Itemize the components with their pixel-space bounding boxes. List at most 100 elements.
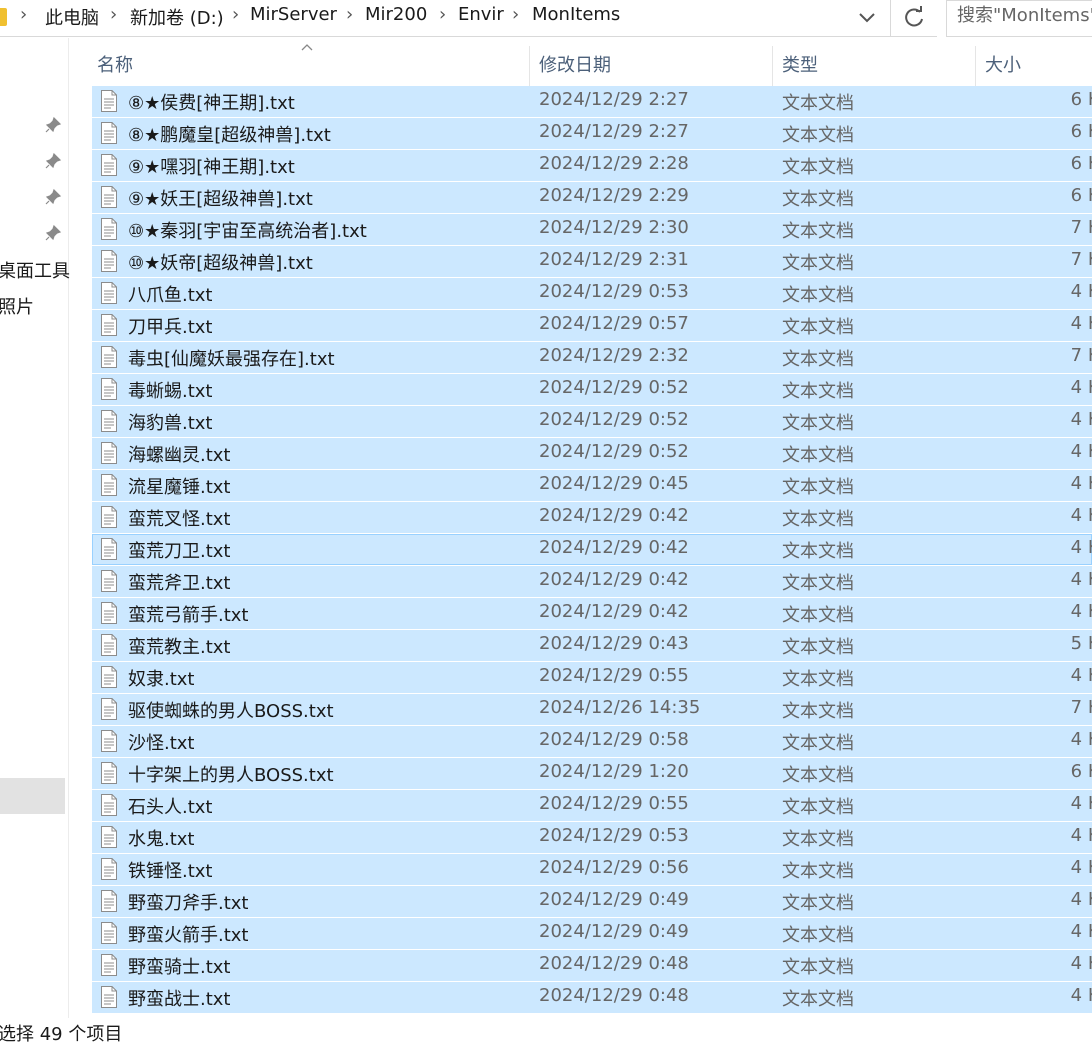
file-size: 7 KB	[1070, 217, 1092, 238]
file-size: 4 KB	[1070, 889, 1092, 910]
file-name: 蛮荒教主.txt	[128, 637, 231, 658]
file-size: 4 KB	[1070, 569, 1092, 590]
file-row[interactable]: 铁锤怪.txt 2024/12/29 0:56 文本文档 4 KB	[92, 854, 1092, 885]
file-row[interactable]: 毒蜥蜴.txt 2024/12/29 0:52 文本文档 4 KB	[92, 374, 1092, 405]
file-row[interactable]: 刀甲兵.txt 2024/12/29 0:57 文本文档 4 KB	[92, 310, 1092, 341]
text-file-icon	[101, 570, 117, 592]
file-name: 刀甲兵.txt	[128, 317, 213, 338]
breadcrumb-this-pc[interactable]: 此电脑	[45, 4, 99, 30]
file-row[interactable]: 野蛮骑士.txt 2024/12/29 0:48 文本文档 4 KB	[92, 950, 1092, 981]
pin-icon[interactable]	[44, 152, 62, 170]
file-name: ⑧★鹏魔皇[超级神兽].txt	[128, 125, 331, 146]
breadcrumb-separator-icon[interactable]: ›	[232, 4, 239, 25]
column-divider[interactable]	[772, 46, 773, 86]
file-type: 文本文档	[782, 861, 854, 882]
file-row[interactable]: ⑧★鹏魔皇[超级神兽].txt 2024/12/29 2:27 文本文档 6 KB	[92, 118, 1092, 149]
file-row[interactable]: ⑨★妖王[超级神兽].txt 2024/12/29 2:29 文本文档 6 KB	[92, 182, 1092, 213]
file-date: 2024/12/29 0:53	[539, 281, 689, 302]
breadcrumb-envir[interactable]: Envir	[458, 4, 504, 25]
file-row[interactable]: 十字架上的男人BOSS.txt 2024/12/29 1:20 文本文档 6 KB	[92, 758, 1092, 789]
file-date: 2024/12/29 0:45	[539, 473, 689, 494]
breadcrumb[interactable]: › 此电脑 › 新加卷 (D:) › MirServer › Mir200 › …	[0, 0, 890, 37]
file-row[interactable]: 蛮荒斧卫.txt 2024/12/29 0:42 文本文档 4 KB	[92, 566, 1092, 597]
file-type: 文本文档	[782, 93, 854, 114]
column-header-size[interactable]: 大小	[985, 46, 1021, 86]
file-row[interactable]: 野蛮战士.txt 2024/12/29 0:48 文本文档 4 KB	[92, 982, 1092, 1013]
file-type: 文本文档	[782, 509, 854, 530]
file-row[interactable]: 毒虫[仙魔妖最强存在].txt 2024/12/29 2:32 文本文档 7 KB	[92, 342, 1092, 373]
column-header-name[interactable]: 名称	[97, 46, 133, 86]
file-row[interactable]: ⑧★侯费[神王期].txt 2024/12/29 2:27 文本文档 6 KB	[92, 86, 1092, 117]
file-row[interactable]: ⑩★秦羽[宇宙至高统治者].txt 2024/12/29 2:30 文本文档 7 KB	[92, 214, 1092, 245]
sort-ascending-icon	[301, 44, 313, 51]
text-file-icon	[101, 954, 117, 976]
breadcrumb-separator-icon[interactable]: ›	[346, 4, 353, 25]
file-row[interactable]: 沙怪.txt 2024/12/29 0:58 文本文档 4 KB	[92, 726, 1092, 757]
text-file-icon	[101, 218, 117, 240]
file-size: 4 KB	[1070, 729, 1092, 750]
file-size: 4 KB	[1070, 953, 1092, 974]
text-file-icon	[101, 154, 117, 176]
breadcrumb-separator-icon[interactable]: ›	[20, 4, 27, 25]
breadcrumb-separator-icon[interactable]: ›	[110, 4, 117, 25]
breadcrumb-separator-icon[interactable]: ›	[439, 4, 446, 25]
file-row[interactable]: 奴隶.txt 2024/12/29 0:55 文本文档 4 KB	[92, 662, 1092, 693]
file-row[interactable]: 野蛮刀斧手.txt 2024/12/29 0:49 文本文档 4 KB	[92, 886, 1092, 917]
file-row[interactable]: 海豹兽.txt 2024/12/29 0:52 文本文档 4 KB	[92, 406, 1092, 437]
file-name: 流星魔锤.txt	[128, 477, 231, 498]
file-row[interactable]: 八爪鱼.txt 2024/12/29 0:53 文本文档 4 KB	[92, 278, 1092, 309]
breadcrumb-drive[interactable]: 新加卷 (D:)	[130, 4, 224, 30]
breadcrumb-mir200[interactable]: Mir200	[365, 4, 427, 25]
file-date: 2024/12/29 0:57	[539, 313, 689, 334]
chevron-down-icon[interactable]	[852, 6, 882, 30]
file-row[interactable]: 蛮荒叉怪.txt 2024/12/29 0:42 文本文档 4 KB	[92, 502, 1092, 533]
column-header-date[interactable]: 修改日期	[539, 46, 611, 86]
file-row[interactable]: 流星魔锤.txt 2024/12/29 0:45 文本文档 4 KB	[92, 470, 1092, 501]
file-type: 文本文档	[782, 893, 854, 914]
pin-icon[interactable]	[44, 116, 62, 134]
file-name: 野蛮骑士.txt	[128, 957, 231, 978]
file-row[interactable]: 蛮荒教主.txt 2024/12/29 0:43 文本文档 5 KB	[92, 630, 1092, 661]
file-name: 铁锤怪.txt	[128, 861, 213, 882]
text-file-icon	[101, 474, 117, 496]
file-row[interactable]: 石头人.txt 2024/12/29 0:55 文本文档 4 KB	[92, 790, 1092, 821]
search-box[interactable]	[946, 0, 1092, 37]
pin-icon[interactable]	[44, 224, 62, 242]
file-row[interactable]: ⑩★妖帝[超级神兽].txt 2024/12/29 2:31 文本文档 7 KB	[92, 246, 1092, 277]
text-file-icon	[101, 762, 117, 784]
file-type: 文本文档	[782, 381, 854, 402]
breadcrumb-monitems[interactable]: MonItems	[532, 4, 620, 25]
file-type: 文本文档	[782, 989, 854, 1010]
file-row[interactable]: 蛮荒弓箭手.txt 2024/12/29 0:42 文本文档 4 KB	[92, 598, 1092, 629]
pin-icon[interactable]	[44, 188, 62, 206]
file-type: 文本文档	[782, 349, 854, 370]
file-row[interactable]: ⑨★嘿羽[神王期].txt 2024/12/29 2:28 文本文档 6 KB	[92, 150, 1092, 181]
column-header-type[interactable]: 类型	[782, 46, 818, 86]
text-file-icon	[101, 282, 117, 304]
file-row[interactable]: 野蛮火箭手.txt 2024/12/29 0:49 文本文档 4 KB	[92, 918, 1092, 949]
nav-item-photos[interactable]: 照片	[0, 293, 34, 319]
search-input[interactable]	[957, 5, 1092, 26]
breadcrumb-separator-icon[interactable]: ›	[512, 4, 519, 25]
file-date: 2024/12/29 0:49	[539, 921, 689, 942]
nav-item-selected[interactable]	[0, 778, 65, 814]
breadcrumb-mirserver[interactable]: MirServer	[250, 4, 337, 25]
column-divider[interactable]	[975, 46, 976, 86]
file-row[interactable]: 水鬼.txt 2024/12/29 0:53 文本文档 4 KB	[92, 822, 1092, 853]
nav-item-desktop-tools[interactable]: 桌面工具	[0, 257, 70, 283]
column-divider[interactable]	[529, 46, 530, 86]
text-file-icon	[101, 538, 117, 560]
file-type: 文本文档	[782, 413, 854, 434]
file-date: 2024/12/29 0:42	[539, 537, 689, 558]
navigation-pane	[0, 38, 68, 1018]
file-row[interactable]: 驱使蜘蛛的男人BOSS.txt 2024/12/26 14:35 文本文档 7 KB	[92, 694, 1092, 725]
refresh-button[interactable]	[890, 0, 937, 37]
text-file-icon	[101, 506, 117, 528]
file-size: 4 KB	[1070, 409, 1092, 430]
file-date: 2024/12/29 0:52	[539, 409, 689, 430]
file-size: 4 KB	[1070, 825, 1092, 846]
file-row[interactable]: 海螺幽灵.txt 2024/12/29 0:52 文本文档 4 KB	[92, 438, 1092, 469]
text-file-icon	[101, 794, 117, 816]
file-date: 2024/12/29 0:48	[539, 953, 689, 974]
file-row[interactable]: 蛮荒刀卫.txt 2024/12/29 0:42 文本文档 4 KB	[92, 534, 1092, 565]
